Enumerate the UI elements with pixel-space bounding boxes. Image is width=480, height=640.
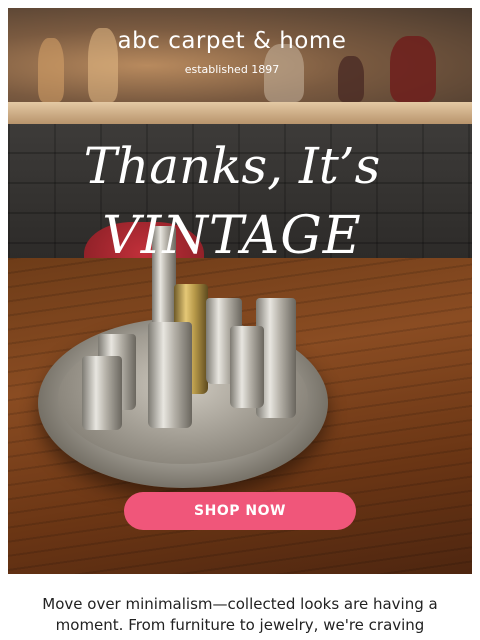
brand-logo[interactable]: abc carpet & home — [0, 28, 464, 54]
shop-now-button[interactable]: SHOP NOW — [124, 492, 356, 530]
wood-shelf — [8, 102, 472, 124]
candlestick — [230, 326, 264, 408]
hero-headline-line1: Thanks, It’s — [83, 137, 381, 195]
hero-image[interactable] — [8, 8, 472, 574]
brand-tagline: established 1897 — [184, 63, 280, 76]
candlestick — [148, 322, 192, 428]
hero-headline-line2: VINTAGE — [102, 206, 362, 266]
body-paragraph: Move over minimalism—collected looks are… — [42, 595, 438, 634]
candlestick — [82, 356, 122, 430]
